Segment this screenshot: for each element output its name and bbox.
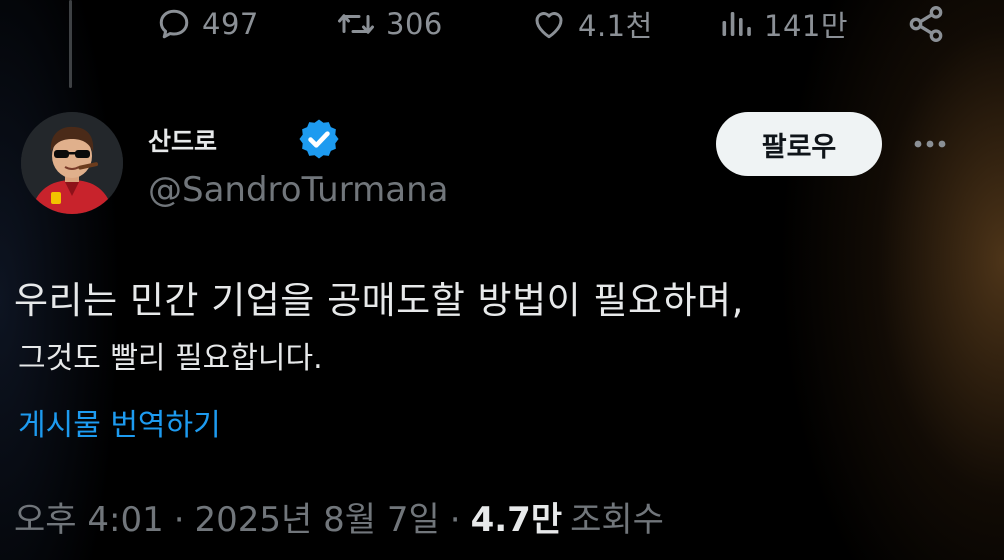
meta-separator: · xyxy=(173,500,185,540)
like-button[interactable]: 4.1천 xyxy=(530,4,653,44)
more-icon[interactable] xyxy=(910,130,950,158)
repost-button[interactable]: 306 xyxy=(336,4,443,44)
reply-count: 497 xyxy=(202,7,259,41)
repost-count: 306 xyxy=(386,7,443,41)
views-icon xyxy=(718,6,754,42)
meta-separator: · xyxy=(449,500,461,540)
avatar[interactable] xyxy=(21,112,123,214)
tweet-text-line-2: 그것도 빨리 필요합니다. xyxy=(18,341,323,376)
views-button[interactable]: 141만 xyxy=(718,4,848,44)
views-count: 141만 xyxy=(764,9,849,43)
reply-icon xyxy=(156,6,192,42)
share-button[interactable] xyxy=(906,4,946,44)
like-icon xyxy=(530,6,568,42)
author-display-name[interactable]: 산드로 xyxy=(148,122,217,158)
reply-button[interactable]: 497 xyxy=(156,4,259,44)
like-count: 4.1천 xyxy=(578,9,653,43)
share-icon xyxy=(906,4,946,44)
meta-views-label: 조회수 xyxy=(570,500,664,540)
post-date[interactable]: 2025년 8월 7일 xyxy=(195,492,440,541)
repost-icon xyxy=(336,6,376,42)
verified-icon xyxy=(296,116,342,162)
meta-views-count: 4.7만 xyxy=(470,500,563,540)
post-time[interactable]: 오후 4:01 xyxy=(14,492,164,541)
translate-post-link[interactable]: 게시물 번역하기 xyxy=(18,400,221,444)
follow-button[interactable]: 팔로우 xyxy=(716,112,882,176)
post-meta: 오후 4:01 · 2025년 8월 7일 · 4.7만 조회수 xyxy=(14,492,664,541)
tweet-text-line-1: 우리는 민간 기업을 공매도할 방법이 필요하며, xyxy=(14,279,744,322)
action-bar: 497 306 4.1천 141만 xyxy=(0,0,1004,50)
author-handle[interactable]: @SandroTurmana xyxy=(148,170,448,210)
